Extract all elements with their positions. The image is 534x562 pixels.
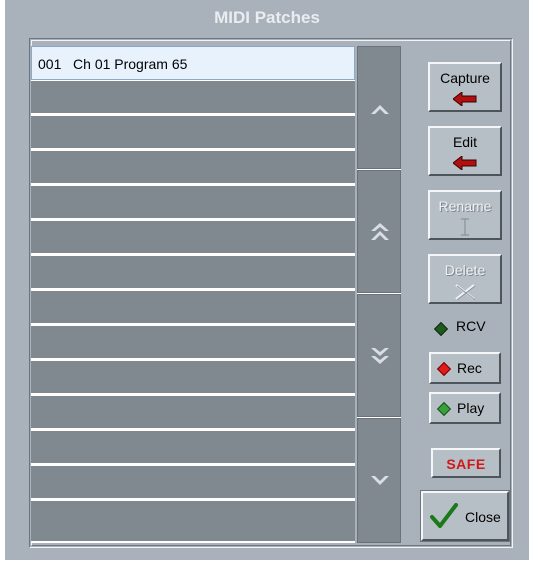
patch-row-selected[interactable]: 001 Ch 01 Program 65 <box>31 46 355 80</box>
scroll-up-button[interactable] <box>357 46 401 169</box>
double-chevron-down-icon <box>371 348 389 364</box>
safe-button[interactable]: SAFE <box>431 448 501 478</box>
edit-button[interactable]: Edit <box>428 126 502 176</box>
red-arrow-left-icon <box>453 156 477 170</box>
scroll-down-button[interactable] <box>357 418 401 543</box>
patch-row-empty[interactable] <box>31 326 355 360</box>
rcv-label: RCV <box>456 318 486 334</box>
rec-button[interactable]: Rec <box>429 352 501 384</box>
patch-row-empty[interactable] <box>31 186 355 220</box>
patch-row-empty[interactable] <box>31 151 355 185</box>
patch-row-empty[interactable] <box>31 466 355 500</box>
patch-list-scrollbar <box>357 46 401 543</box>
play-button[interactable]: Play <box>429 392 501 424</box>
patch-row-empty[interactable] <box>31 256 355 290</box>
patch-row-empty[interactable] <box>31 81 355 115</box>
capture-button[interactable]: Capture <box>428 62 502 112</box>
play-led-icon <box>436 401 452 417</box>
patch-row-empty[interactable] <box>31 501 355 543</box>
patch-row-empty[interactable] <box>31 361 355 395</box>
delete-label: Delete <box>444 262 486 278</box>
close-label: Close <box>465 509 501 525</box>
rcv-led-icon <box>433 321 449 337</box>
close-button[interactable]: Close <box>420 490 510 542</box>
rec-label: Rec <box>457 360 482 376</box>
red-arrow-left-icon <box>453 92 477 106</box>
patch-row-empty[interactable] <box>31 291 355 325</box>
page-up-button[interactable] <box>357 170 401 293</box>
chevron-up-icon <box>371 105 389 114</box>
edit-label: Edit <box>452 134 478 150</box>
rec-led-icon <box>436 361 452 377</box>
window-title: MIDI Patches <box>214 8 320 27</box>
checkmark-icon <box>430 503 458 528</box>
capture-label: Capture <box>440 70 490 86</box>
patch-list: 001 Ch 01 Program 65 <box>31 46 355 543</box>
patch-row-text: 001 Ch 01 Program 65 <box>38 56 188 72</box>
text-cursor-icon <box>461 218 469 236</box>
patch-row-empty[interactable] <box>31 396 355 430</box>
rcv-indicator: RCV <box>430 318 510 338</box>
x-icon <box>455 284 476 300</box>
double-chevron-up-icon <box>371 223 389 240</box>
patch-row-empty[interactable] <box>31 116 355 150</box>
patch-row-empty[interactable] <box>31 431 355 465</box>
page-down-button[interactable] <box>357 294 401 417</box>
patch-row-empty[interactable] <box>31 221 355 255</box>
delete-button[interactable]: Delete <box>428 254 502 304</box>
safe-label: SAFE <box>446 456 486 472</box>
chevron-down-icon <box>371 476 389 485</box>
play-label: Play <box>457 400 485 416</box>
rename-button[interactable]: Rename <box>428 190 502 240</box>
rename-label: Rename <box>438 198 492 214</box>
